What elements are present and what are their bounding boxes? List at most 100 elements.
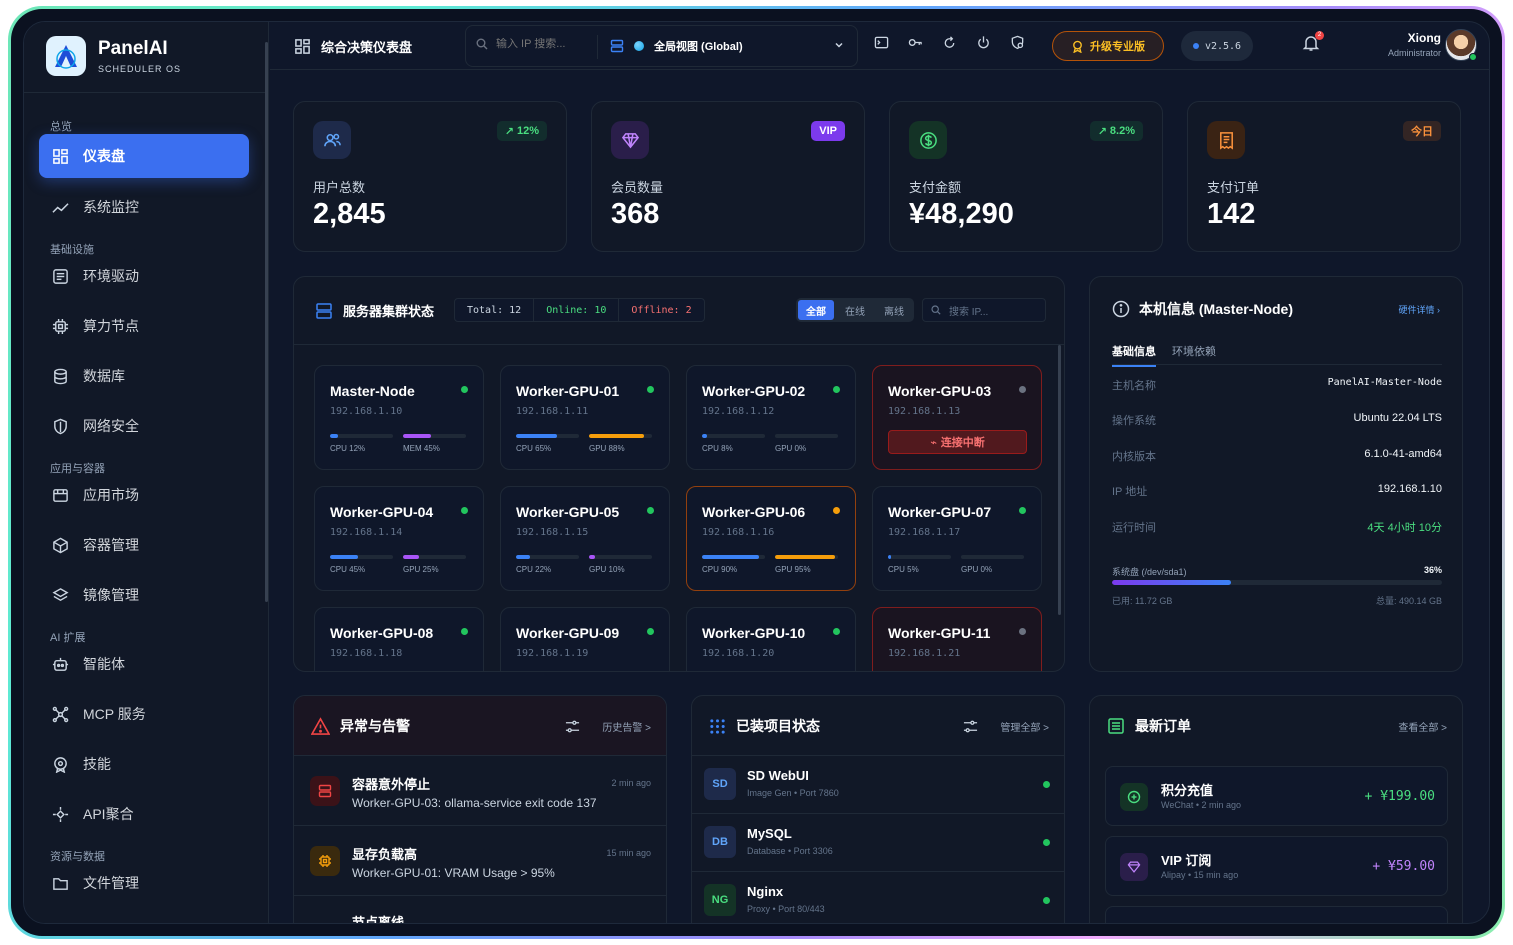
- stat-label: 会员数量: [611, 180, 664, 195]
- search-icon: [476, 38, 488, 50]
- sidebar-item-images[interactable]: 镜像管理: [39, 573, 249, 617]
- sidebar-item-dashboard[interactable]: 仪表盘: [39, 134, 249, 178]
- hardware-details-link[interactable]: 硬件详情 ›: [1399, 303, 1441, 316]
- cluster-scrollbar[interactable]: [1058, 345, 1061, 615]
- sidebar-item-security[interactable]: 网络安全: [39, 404, 249, 448]
- robot-icon: [52, 657, 69, 671]
- project-badge: DB: [704, 826, 736, 858]
- server-node-card[interactable]: Worker-GPU-06 192.168.1.16 CPU 90% GPU 95%: [686, 486, 856, 591]
- tab-all[interactable]: 全部: [798, 300, 834, 320]
- user-info[interactable]: Xiong Administrator: [1388, 31, 1441, 58]
- server-node-card[interactable]: Worker-GPU-08 192.168.1.18: [314, 607, 484, 671]
- status-dot: [461, 507, 468, 514]
- order-item[interactable]: [1105, 906, 1448, 923]
- server-node-card[interactable]: Worker-GPU-05 192.168.1.15 CPU 22% GPU 10%: [500, 486, 670, 591]
- sidebar-item-env[interactable]: 环境驱动: [39, 254, 249, 298]
- disk-used: 已用: 11.72 GB: [1112, 596, 1173, 606]
- key-button[interactable]: [904, 31, 926, 53]
- sidebar-item-files[interactable]: 文件管理: [39, 861, 249, 905]
- scope-selector[interactable]: 全局视图 (Global): [610, 38, 743, 54]
- disconnected-label: 连接中断: [940, 437, 985, 449]
- device-frame: PanelAI SCHEDULER OS 总览 仪表盘 系统监控 基础设施 环境…: [8, 6, 1505, 939]
- host-title-text: 本机信息 (Master-Node): [1139, 301, 1294, 317]
- chevron-down-icon[interactable]: [833, 39, 845, 51]
- avatar[interactable]: [1445, 29, 1477, 61]
- row-key: IP 地址: [1112, 486, 1148, 498]
- cpu-meter-fill: [702, 555, 759, 559]
- tab-offline[interactable]: 离线: [876, 300, 912, 320]
- server-node-card[interactable]: Worker-GPU-11 192.168.1.21: [872, 607, 1042, 671]
- view-all-link[interactable]: 查看全部 >: [1398, 719, 1447, 734]
- tab-online[interactable]: 在线: [837, 300, 873, 320]
- restart-button[interactable]: [938, 31, 960, 53]
- project-item[interactable]: SD SD WebUI Image Gen • Port 7860: [692, 756, 1064, 814]
- server-node-card[interactable]: Worker-GPU-01 192.168.1.11 CPU 65% GPU 88%: [500, 365, 670, 470]
- stat-card-members[interactable]: VIP 会员数量 368: [591, 101, 865, 252]
- alert-history-link[interactable]: 历史告警 >: [602, 719, 651, 734]
- brand[interactable]: PanelAI SCHEDULER OS: [46, 36, 181, 76]
- node-ip: 192.168.1.19: [516, 648, 589, 659]
- sidebar-item-compute[interactable]: 算力节点: [39, 304, 249, 348]
- alert-item[interactable]: 显存负载高 Worker-GPU-01: VRAM Usage > 95% 15…: [294, 826, 666, 896]
- server-node-card[interactable]: Worker-GPU-02 192.168.1.12 CPU 8% GPU 0%: [686, 365, 856, 470]
- terminal-button[interactable]: [870, 31, 892, 53]
- stat-value: 368: [611, 198, 660, 230]
- security-scan-button[interactable]: [1006, 31, 1028, 53]
- server-node-card[interactable]: Worker-GPU-10 192.168.1.20: [686, 607, 856, 671]
- sidebar-item-mcp[interactable]: MCP 服务: [39, 692, 249, 736]
- sidebar-item-skills[interactable]: 技能: [39, 742, 249, 786]
- upgrade-button[interactable]: 升级专业版: [1052, 31, 1164, 61]
- node-name: Worker-GPU-10: [702, 625, 806, 641]
- node-ip: 192.168.1.16: [702, 527, 775, 538]
- alert-time: 15 min ago: [606, 848, 651, 858]
- page-title: 综合决策仪表盘: [294, 37, 412, 56]
- notifications-button[interactable]: 2: [1302, 31, 1324, 57]
- sidebar-item-containers[interactable]: 容器管理: [39, 523, 249, 567]
- database-icon: [54, 368, 67, 384]
- server-node-card[interactable]: Master-Node 192.168.1.10 CPU 12% MEM 45%: [314, 365, 484, 470]
- sliders-icon[interactable]: [963, 719, 978, 734]
- server-node-card[interactable]: Worker-GPU-03 192.168.1.13 ⌁ 连接中断: [872, 365, 1042, 470]
- cpu-meter-fill: [702, 434, 708, 438]
- server-node-card[interactable]: Worker-GPU-07 192.168.1.17 CPU 5% GPU 0%: [872, 486, 1042, 591]
- alert-title: 容器意外停止: [352, 777, 431, 792]
- sidebar-item-database[interactable]: 数据库: [39, 354, 249, 398]
- search-input[interactable]: [496, 38, 596, 50]
- secondary-label: GPU 10%: [589, 565, 625, 574]
- projects-panel: 已装项目状态 管理全部 > SD SD WebUI Image Gen • Po…: [691, 695, 1065, 923]
- project-item[interactable]: DB MySQL Database • Port 3306: [692, 814, 1064, 872]
- sidebar-item-label: 镜像管理: [83, 587, 139, 603]
- order-item[interactable]: VIP 订阅 Alipay • 15 min ago + ¥59.00: [1105, 836, 1448, 896]
- sliders-icon[interactable]: [565, 719, 580, 734]
- sidebar-item-agents[interactable]: 智能体: [39, 642, 249, 686]
- sidebar-item-api[interactable]: API聚合: [39, 792, 249, 836]
- status-dot: [1019, 628, 1026, 635]
- alert-item[interactable]: 容器意外停止 Worker-GPU-03: ollama-service exi…: [294, 756, 666, 826]
- project-item[interactable]: NG Nginx Proxy • Port 80/443: [692, 872, 1064, 923]
- stat-card-users[interactable]: ↗ 12% 用户总数 2,845: [293, 101, 567, 252]
- sidebar-item-market[interactable]: 应用市场: [39, 473, 249, 517]
- sidebar-item-monitor[interactable]: 系统监控: [39, 185, 249, 229]
- stat-card-orders[interactable]: 今日 支付订单 142: [1187, 101, 1461, 252]
- stat-label: 支付订单: [1207, 180, 1260, 195]
- sidebar-item-label: MCP 服务: [83, 706, 146, 722]
- secondary-label: GPU 25%: [403, 565, 439, 574]
- ip-search-input[interactable]: 搜索 IP...: [922, 298, 1046, 322]
- node-ip: 192.168.1.10: [330, 406, 403, 417]
- server-node-card[interactable]: Worker-GPU-09 192.168.1.19: [500, 607, 670, 671]
- alert-item[interactable]: 节点离线: [294, 896, 666, 923]
- stat-card-payments[interactable]: ↗ 8.2% 支付金额 ¥48,290: [889, 101, 1163, 252]
- trend-value: 12%: [516, 125, 539, 137]
- sidebar-item-label: 数据库: [83, 368, 125, 384]
- order-item[interactable]: 积分充值 WeChat • 2 min ago + ¥199.00: [1105, 766, 1448, 826]
- orders-actions: 查看全部 >: [1398, 719, 1447, 734]
- sidebar-item-label: 算力节点: [83, 318, 139, 334]
- manage-all-link[interactable]: 管理全部 >: [1000, 719, 1049, 734]
- secondary-meter: [775, 434, 838, 438]
- diamond-icon: [1120, 853, 1148, 881]
- power-button[interactable]: [972, 31, 994, 53]
- server-node-card[interactable]: Worker-GPU-04 192.168.1.14 CPU 45% GPU 25%: [314, 486, 484, 591]
- order-name: VIP 订阅: [1161, 853, 1212, 868]
- node-ip: 192.168.1.18: [330, 648, 403, 659]
- sidebar-scrollbar[interactable]: [265, 42, 268, 602]
